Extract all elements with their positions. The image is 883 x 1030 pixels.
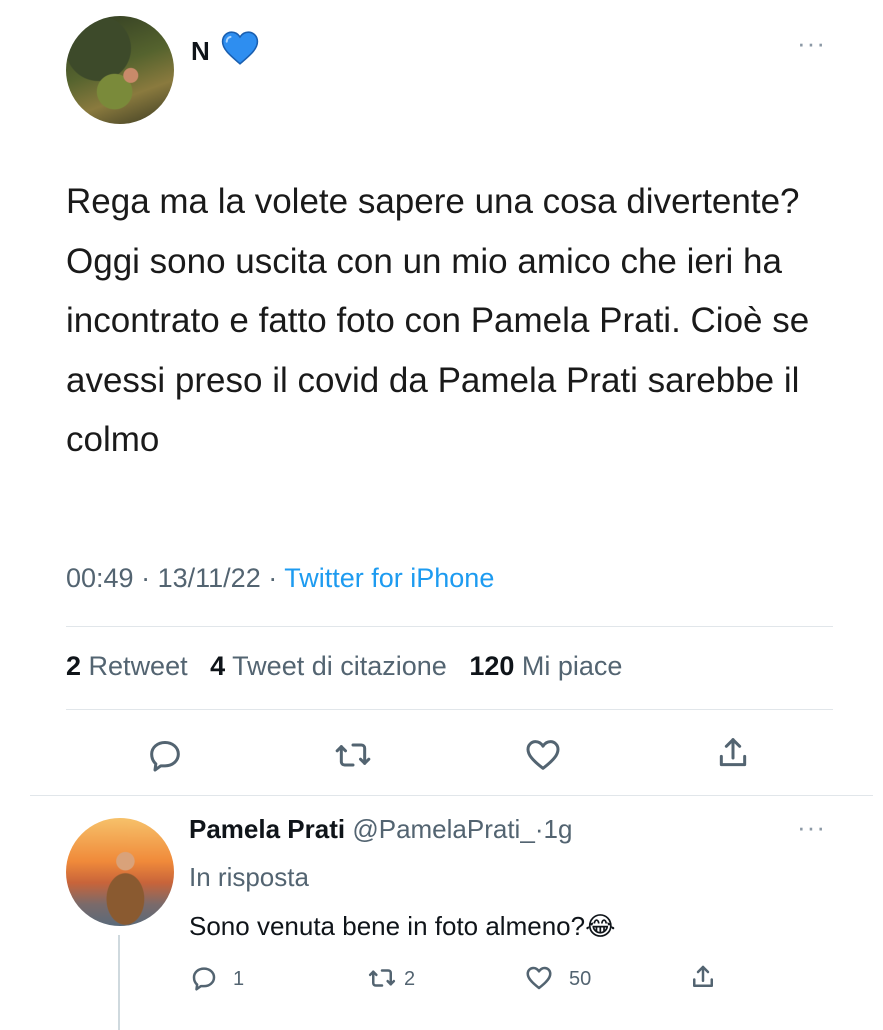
tweet-source-link[interactable]: Twitter for iPhone [284, 563, 494, 593]
reply-reply-count: 1 [233, 968, 245, 990]
section-divider [30, 795, 873, 796]
tweet-date[interactable]: 13/11/22 [158, 563, 261, 593]
reply-share-icon[interactable] [688, 962, 718, 997]
meta-separator: · [141, 563, 151, 593]
likes-stat[interactable]: 120 Mi piace [469, 651, 622, 681]
reply-age[interactable]: 1g [543, 814, 572, 844]
share-icon[interactable] [713, 733, 753, 773]
reply-icon[interactable] [145, 735, 185, 775]
tweet-stats: 2 Retweet 4 Tweet di citazione 120 Mi pi… [66, 651, 622, 682]
author-avatar[interactable] [66, 16, 174, 124]
author-name[interactable]: N [191, 36, 210, 67]
quotes-label: Tweet di citazione [232, 651, 447, 681]
divider [66, 709, 833, 710]
retweet-icon[interactable] [333, 735, 373, 775]
reply-more-options-icon[interactable]: ··· [797, 814, 826, 840]
meta-separator: · [268, 563, 278, 593]
quotes-count: 4 [210, 651, 226, 681]
reply-author-handle[interactable]: @PamelaPrati_ [352, 814, 534, 844]
reply-author-avatar[interactable] [66, 818, 174, 926]
retweets-count: 2 [66, 651, 82, 681]
divider [66, 626, 833, 627]
likes-label: Mi piace [521, 651, 623, 681]
reply-retweet-icon[interactable] [367, 963, 397, 998]
retweets-label: Retweet [88, 651, 188, 681]
reply-like-heart-icon[interactable] [524, 963, 554, 998]
tweet-text: Rega ma la volete sapere una cosa divert… [66, 182, 810, 459]
in-reply-to: In risposta [189, 862, 309, 892]
likes-count: 120 [469, 651, 515, 681]
reply-text-row: Sono venuta bene in foto almeno?😂 [189, 911, 615, 942]
quotes-stat[interactable]: 4 Tweet di citazione [210, 651, 447, 681]
laughing-emoji-icon: 😂 [585, 911, 616, 941]
reply-text: Sono venuta bene in foto almeno? [189, 911, 586, 941]
tweet-meta: 00:49 · 13/11/22 · Twitter for iPhone [66, 563, 494, 594]
more-options-icon[interactable]: ··· [797, 30, 826, 56]
retweets-stat[interactable]: 2 Retweet [66, 651, 188, 681]
tweet-time[interactable]: 00:49 [66, 563, 134, 593]
reply-reply-icon[interactable] [189, 963, 219, 998]
blue-heart-icon [221, 30, 259, 71]
reply-header: Pamela Prati @PamelaPrati_·1g [189, 814, 572, 845]
thread-line [118, 935, 120, 1030]
like-heart-icon[interactable] [523, 735, 563, 775]
reply-author-name[interactable]: Pamela Prati [189, 814, 345, 844]
reply-retweet-count: 2 [404, 968, 416, 990]
reply-like-count: 50 [569, 968, 592, 990]
